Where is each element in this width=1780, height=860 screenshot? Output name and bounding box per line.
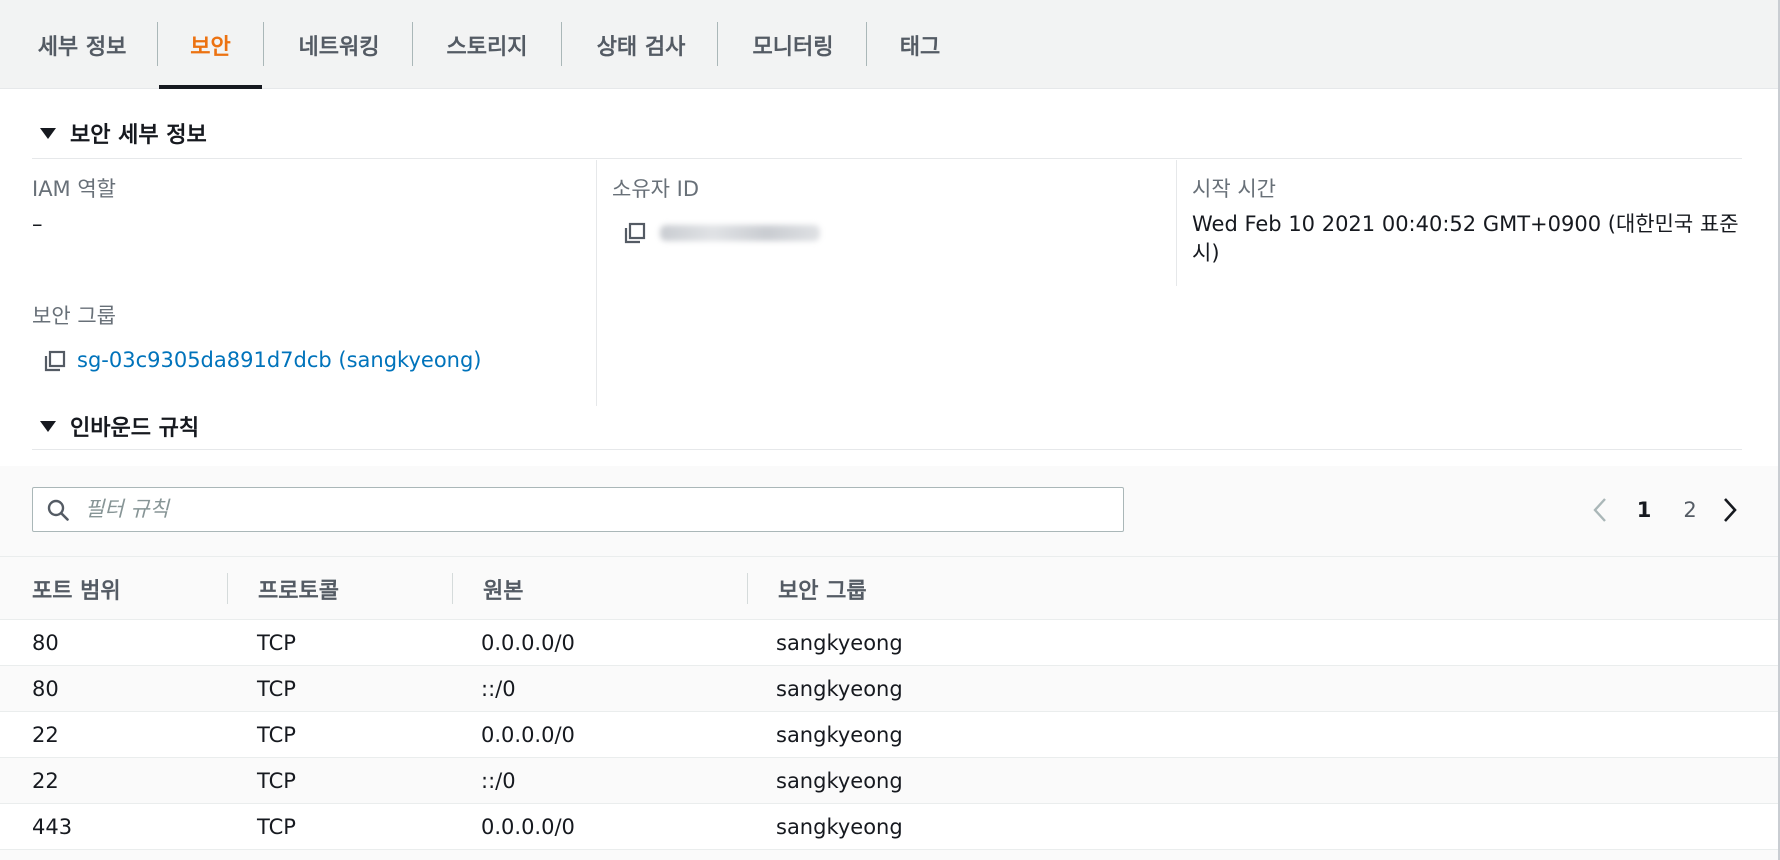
column-header-protocol[interactable]: 프로토콜	[258, 557, 339, 620]
tab-divider	[717, 22, 718, 66]
section-divider	[32, 449, 1742, 450]
column-divider	[747, 573, 748, 604]
iam-role-label: IAM 역할	[32, 177, 116, 201]
tab-divider	[412, 22, 413, 66]
security-group-label: 보안 그룹	[32, 304, 116, 328]
filter-rules-input[interactable]	[85, 488, 1115, 530]
cell-port-range: 443	[32, 814, 73, 839]
tab-details[interactable]: 세부 정보	[20, 0, 144, 89]
owner-id-label: 소유자 ID	[612, 177, 699, 201]
iam-role-value: –	[32, 212, 43, 236]
column-header-source[interactable]: 원본	[483, 557, 523, 620]
table-row: 22 TCP 0.0.0.0/0 sangkyeong	[0, 712, 1778, 758]
page-2-button[interactable]: 2	[1674, 493, 1706, 527]
cell-protocol: TCP	[257, 768, 296, 793]
caret-down-icon	[40, 127, 56, 139]
tab-status-checks[interactable]: 상태 검사	[580, 0, 702, 89]
tab-divider	[157, 22, 158, 66]
tab-tags[interactable]: 태그	[880, 0, 960, 89]
next-page-button[interactable]	[1714, 493, 1746, 527]
cell-security-group: sangkyeong	[776, 768, 903, 793]
start-time-label: 시작 시간	[1192, 177, 1276, 201]
section-divider	[32, 158, 1742, 159]
search-icon	[47, 499, 69, 521]
cell-source: ::/0	[481, 768, 516, 793]
cell-port-range: 22	[32, 768, 59, 793]
start-time-value: Wed Feb 10 2021 00:40:52 GMT+0900 (대한민국 …	[1192, 212, 1739, 265]
tab-security[interactable]: 보안	[159, 0, 262, 89]
tab-bar: 세부 정보 보안 네트워킹 스토리지 상태 검사 모니터링 태그	[0, 0, 1778, 89]
tab-divider	[263, 22, 264, 66]
column-divider	[227, 573, 228, 604]
column-divider	[1176, 160, 1177, 286]
table-row: 80 TCP 0.0.0.0/0 sangkyeong	[0, 620, 1778, 666]
cell-security-group: sangkyeong	[776, 722, 903, 747]
cell-protocol: TCP	[257, 676, 296, 701]
copy-icon[interactable]	[624, 222, 646, 244]
tab-networking[interactable]: 네트워킹	[280, 0, 398, 89]
inbound-rules-title: 인바운드 규칙	[70, 416, 200, 441]
cell-source: ::/0	[481, 676, 516, 701]
tab-divider	[866, 22, 867, 66]
column-divider	[452, 573, 453, 604]
copy-icon[interactable]	[44, 350, 66, 372]
cell-security-group: sangkyeong	[776, 814, 903, 839]
owner-id-value-redacted	[660, 225, 820, 241]
cell-port-range: 22	[32, 722, 59, 747]
page-1-button[interactable]: 1	[1628, 493, 1660, 527]
chevron-left-icon	[1593, 498, 1606, 522]
caret-down-icon	[40, 420, 56, 432]
inbound-rules-toggle[interactable]: 인바운드 규칙	[32, 411, 199, 441]
prev-page-button[interactable]	[1584, 493, 1616, 527]
tab-divider	[561, 22, 562, 66]
column-divider	[596, 160, 597, 406]
table-header: 포트 범위 프로토콜 원본 보안 그룹	[0, 556, 1778, 620]
cell-security-group: sangkyeong	[776, 676, 903, 701]
pagination: 1 2	[1584, 493, 1744, 527]
cell-source: 0.0.0.0/0	[481, 630, 575, 655]
table-row: 22 TCP ::/0 sangkyeong	[0, 758, 1778, 804]
column-header-security-group[interactable]: 보안 그룹	[778, 557, 867, 620]
cell-protocol: TCP	[257, 814, 296, 839]
table-row: 443 TCP 0.0.0.0/0 sangkyeong	[0, 804, 1778, 850]
tab-storage[interactable]: 스토리지	[428, 0, 546, 89]
tab-monitoring[interactable]: 모니터링	[734, 0, 852, 89]
security-details-title: 보안 세부 정보	[70, 123, 207, 148]
cell-source: 0.0.0.0/0	[481, 722, 575, 747]
security-group-link[interactable]: sg-03c9305da891d7dcb (sangkyeong)	[77, 348, 482, 372]
security-details-toggle[interactable]: 보안 세부 정보	[32, 118, 207, 148]
table-row: 80 TCP ::/0 sangkyeong	[0, 666, 1778, 712]
cell-protocol: TCP	[257, 722, 296, 747]
chevron-right-icon	[1724, 498, 1737, 522]
cell-source: 0.0.0.0/0	[481, 814, 575, 839]
security-tab-panel: 세부 정보 보안 네트워킹 스토리지 상태 검사 모니터링 태그 보안 세부 정…	[0, 0, 1780, 860]
cell-port-range: 80	[32, 676, 59, 701]
filter-rules-box[interactable]	[32, 487, 1124, 532]
cell-port-range: 80	[32, 630, 59, 655]
cell-protocol: TCP	[257, 630, 296, 655]
column-header-port-range[interactable]: 포트 범위	[32, 557, 121, 620]
cell-security-group: sangkyeong	[776, 630, 903, 655]
